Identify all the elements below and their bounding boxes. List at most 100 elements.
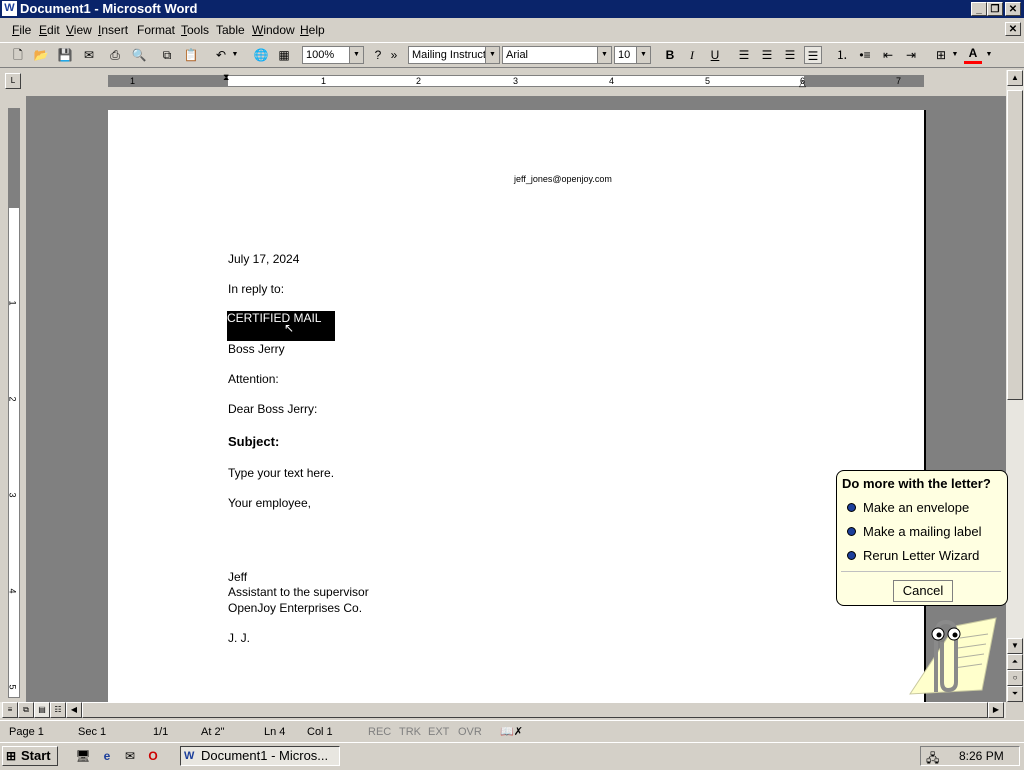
right-indent-marker-icon[interactable]: △	[799, 78, 806, 89]
web-hyperlink-icon[interactable]: 🌐	[252, 46, 270, 64]
internet-explorer-icon[interactable]: e	[98, 747, 116, 765]
vertical-ruler[interactable]: 1 2 3 4 5	[4, 100, 22, 700]
scroll-left-icon[interactable]: ◀	[66, 702, 82, 718]
signature-company[interactable]: OpenJoy Enterprises Co.	[228, 601, 362, 615]
print-preview-icon[interactable]: 🔍	[130, 46, 148, 64]
bold-button[interactable]: B	[661, 46, 679, 64]
numbering-icon[interactable]: ⒈	[833, 46, 851, 64]
align-center-icon[interactable]: ☰	[758, 46, 776, 64]
rerun-letter-wizard-option[interactable]: Rerun Letter Wizard	[847, 548, 979, 563]
borders-icon[interactable]: ⊞	[932, 46, 950, 64]
letter-date[interactable]: July 17, 2024	[228, 252, 299, 266]
tab-selector[interactable]: L	[5, 73, 21, 89]
sender-email[interactable]: jeff_jones@openjoy.com	[514, 174, 612, 184]
horizontal-scrollbar[interactable]: ≡ ⧉ ▤ ☷ ◀ ▶	[0, 702, 1006, 718]
taskbar-word-item[interactable]: W Document1 - Micros...	[180, 746, 340, 766]
align-right-icon[interactable]: ☰	[781, 46, 799, 64]
undo-dropdown-icon[interactable]: ▼	[230, 46, 240, 64]
office-assistant-clippy[interactable]	[900, 612, 1000, 700]
menu-insert[interactable]: Insert	[98, 23, 128, 37]
undo-icon[interactable]: ↶	[212, 46, 230, 64]
in-reply-to[interactable]: In reply to:	[228, 282, 284, 296]
borders-dropdown-icon[interactable]: ▼	[950, 46, 960, 64]
menu-help[interactable]: Help	[300, 23, 325, 37]
status-trk[interactable]: TRK	[399, 724, 421, 740]
scroll-right-icon[interactable]: ▶	[988, 702, 1004, 718]
font-size-select[interactable]: 10 ▼	[614, 46, 651, 64]
indent-marker-icon[interactable]: ⧗	[223, 72, 229, 83]
font-select[interactable]: Arial ▼	[502, 46, 612, 64]
menu-file[interactable]: File	[12, 23, 31, 37]
status-ovr[interactable]: OVR	[458, 724, 482, 740]
paste-icon[interactable]: 📋	[182, 46, 200, 64]
status-ext[interactable]: EXT	[428, 724, 449, 740]
body-text[interactable]: Type your text here.	[228, 466, 334, 480]
help-icon[interactable]: ?	[369, 46, 387, 64]
attention-line[interactable]: Attention:	[228, 372, 279, 386]
signature-title[interactable]: Assistant to the supervisor	[228, 585, 369, 599]
menu-window[interactable]: Window	[252, 23, 295, 37]
restore-button[interactable]: ❐	[987, 2, 1003, 16]
salutation[interactable]: Dear Boss Jerry:	[228, 402, 317, 416]
outline-view-icon[interactable]: ☷	[50, 702, 66, 718]
new-document-icon[interactable]: 🗋	[9, 46, 27, 64]
subject-line[interactable]: Subject:	[228, 434, 279, 449]
bullets-icon[interactable]: •≡	[856, 46, 874, 64]
scroll-thumb[interactable]	[1007, 90, 1023, 400]
underline-button[interactable]: U	[706, 46, 724, 64]
make-mailing-label-option[interactable]: Make a mailing label	[847, 524, 982, 539]
justify-icon[interactable]: ☰	[804, 46, 822, 64]
menu-table[interactable]: Table	[216, 23, 245, 37]
copy-icon[interactable]: ⧉	[158, 46, 176, 64]
normal-view-icon[interactable]: ≡	[2, 702, 18, 718]
outlook-icon[interactable]: ✉	[121, 747, 139, 765]
font-color-icon[interactable]: A	[964, 46, 982, 64]
signature-name[interactable]: Jeff	[228, 570, 247, 584]
start-button[interactable]: ⊞ Start	[2, 746, 58, 766]
table-icon[interactable]: ▦	[275, 46, 293, 64]
make-envelope-option[interactable]: Make an envelope	[847, 500, 969, 515]
minimize-button[interactable]: _	[971, 2, 987, 16]
next-page-icon[interactable]: ⏷	[1007, 686, 1023, 702]
print-layout-view-icon[interactable]: ▤	[34, 702, 50, 718]
zoom-select[interactable]: 100% ▼	[302, 46, 364, 64]
style-select[interactable]: Mailing Instruct ▼	[408, 46, 500, 64]
document-close-button[interactable]: ✕	[1005, 22, 1021, 36]
increase-indent-icon[interactable]: ⇥	[902, 46, 920, 64]
menu-format[interactable]: Format	[137, 23, 175, 37]
decrease-indent-icon[interactable]: ⇤	[879, 46, 897, 64]
horizontal-ruler[interactable]: L 1 1 2 3 4 5 6 7 ⧗ △	[0, 70, 1024, 92]
vertical-scrollbar[interactable]: ▲ ▼ ⏶ ○ ⏷	[1006, 70, 1024, 702]
scroll-up-icon[interactable]: ▲	[1007, 70, 1023, 86]
scroll-down-icon[interactable]: ▼	[1007, 638, 1023, 654]
email-icon[interactable]: ✉	[80, 46, 98, 64]
toolbar-overflow-icon[interactable]: »	[389, 46, 399, 64]
select-browse-object-icon[interactable]: ○	[1007, 670, 1023, 686]
previous-page-icon[interactable]: ⏶	[1007, 654, 1023, 670]
save-icon[interactable]: 💾	[56, 46, 74, 64]
status-rec[interactable]: REC	[368, 724, 391, 740]
opera-icon[interactable]: O	[144, 747, 162, 765]
recipient-name[interactable]: Boss Jerry	[228, 342, 285, 356]
clock[interactable]: 8:26 PM	[959, 749, 1004, 763]
horizontal-scroll-thumb[interactable]	[82, 702, 988, 718]
closing[interactable]: Your employee,	[228, 496, 311, 510]
show-desktop-icon[interactable]: 🖥	[74, 747, 92, 765]
align-left-icon[interactable]: ☰	[735, 46, 753, 64]
document-page[interactable]: jeff_jones@openjoy.com July 17, 2024 In …	[108, 110, 926, 702]
cancel-button[interactable]: Cancel	[893, 580, 953, 602]
menu-edit[interactable]: Edit	[39, 23, 60, 37]
open-folder-icon[interactable]: 📂	[32, 46, 50, 64]
selected-text[interactable]: CERTIFIED MAIL	[227, 311, 335, 341]
close-button[interactable]: ✕	[1005, 2, 1021, 16]
network-tray-icon[interactable]: 🖧	[926, 749, 939, 770]
initials[interactable]: J. J.	[228, 631, 250, 645]
spelling-status-icon[interactable]: 📖✗	[500, 724, 523, 740]
document-area[interactable]: jeff_jones@openjoy.com July 17, 2024 In …	[26, 96, 1006, 702]
font-color-dropdown-icon[interactable]: ▼	[984, 46, 994, 64]
menu-view[interactable]: View	[66, 23, 92, 37]
title-bar[interactable]: W Document1 - Microsoft Word _ ❐ ✕	[0, 0, 1024, 18]
word-app-icon[interactable]: W	[2, 1, 17, 16]
italic-button[interactable]: I	[683, 46, 701, 64]
web-layout-view-icon[interactable]: ⧉	[18, 702, 34, 718]
